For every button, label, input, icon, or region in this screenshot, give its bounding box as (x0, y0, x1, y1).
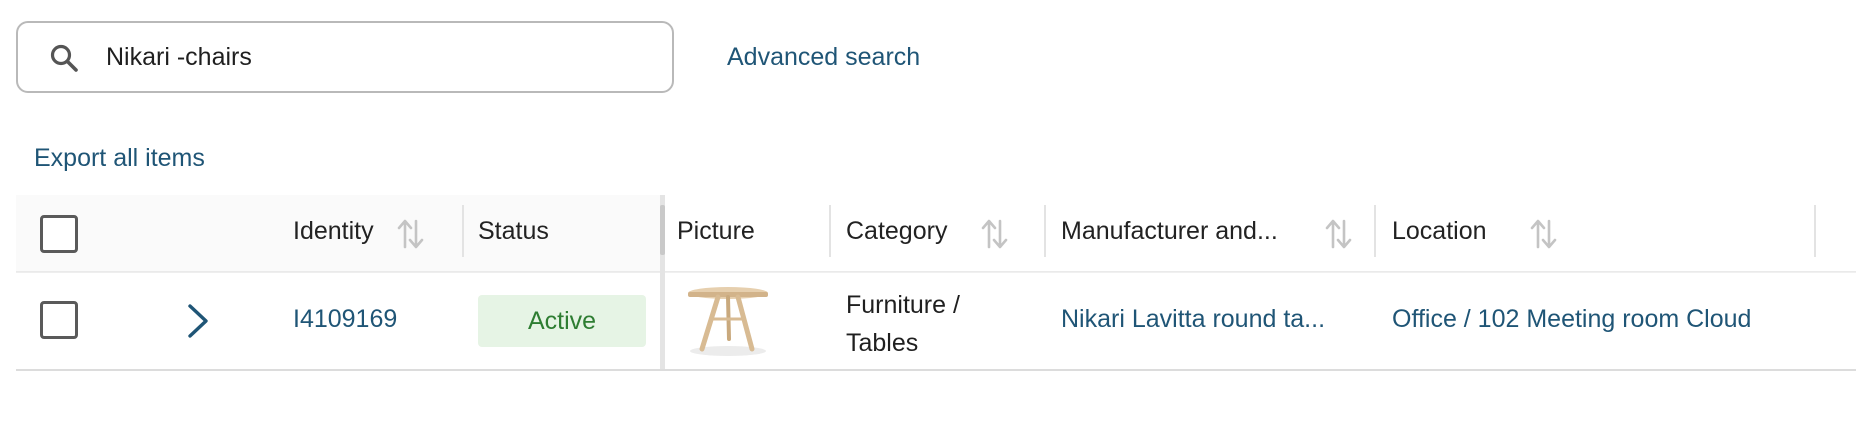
column-resize-handle[interactable] (1814, 205, 1816, 257)
column-resize-handle[interactable] (1374, 205, 1376, 257)
search-input[interactable] (106, 35, 646, 79)
status-badge: Active (478, 295, 646, 347)
category-line: Furniture / (846, 291, 960, 319)
category-line: Tables (846, 329, 919, 357)
column-header-picture: Picture (677, 217, 755, 245)
sort-identity-icon[interactable] (396, 216, 424, 252)
identity-link[interactable]: I4109169 (293, 305, 397, 334)
resize-grip[interactable] (660, 205, 665, 255)
location-link[interactable]: Office / 102 Meeting room Cloud (1392, 305, 1751, 334)
sort-category-icon[interactable] (980, 216, 1008, 252)
column-header-category: Category (846, 217, 948, 245)
sort-manufacturer-icon[interactable] (1324, 216, 1352, 252)
column-header-location: Location (1392, 217, 1487, 245)
table-header: Identity Status Picture Category Manufac… (16, 195, 1856, 273)
sticky-column-divider[interactable] (660, 195, 665, 369)
column-resize-handle[interactable] (829, 205, 831, 257)
table-row[interactable]: I4109169 Active Furniture / Tables Nikar… (16, 273, 1856, 371)
items-table: Identity Status Picture Category Manufac… (16, 195, 1856, 373)
round-table-image[interactable] (682, 283, 774, 361)
search-box[interactable] (16, 21, 674, 93)
column-resize-handle[interactable] (1044, 205, 1046, 257)
expand-row-chevron-icon[interactable] (179, 301, 215, 341)
select-all-checkbox[interactable] (40, 215, 78, 253)
sort-location-icon[interactable] (1529, 216, 1557, 252)
search-icon (48, 42, 80, 74)
column-header-identity: Identity (293, 217, 374, 245)
column-header-status: Status (478, 217, 549, 245)
manufacturer-link[interactable]: Nikari Lavitta round ta... (1061, 305, 1325, 334)
export-all-items-link[interactable]: Export all items (34, 144, 205, 173)
column-header-manufacturer: Manufacturer and... (1061, 217, 1278, 245)
column-resize-handle[interactable] (462, 205, 464, 257)
advanced-search-link[interactable]: Advanced search (727, 43, 920, 72)
category-cell: Furniture / Tables (846, 286, 960, 362)
row-select-checkbox[interactable] (40, 301, 78, 339)
